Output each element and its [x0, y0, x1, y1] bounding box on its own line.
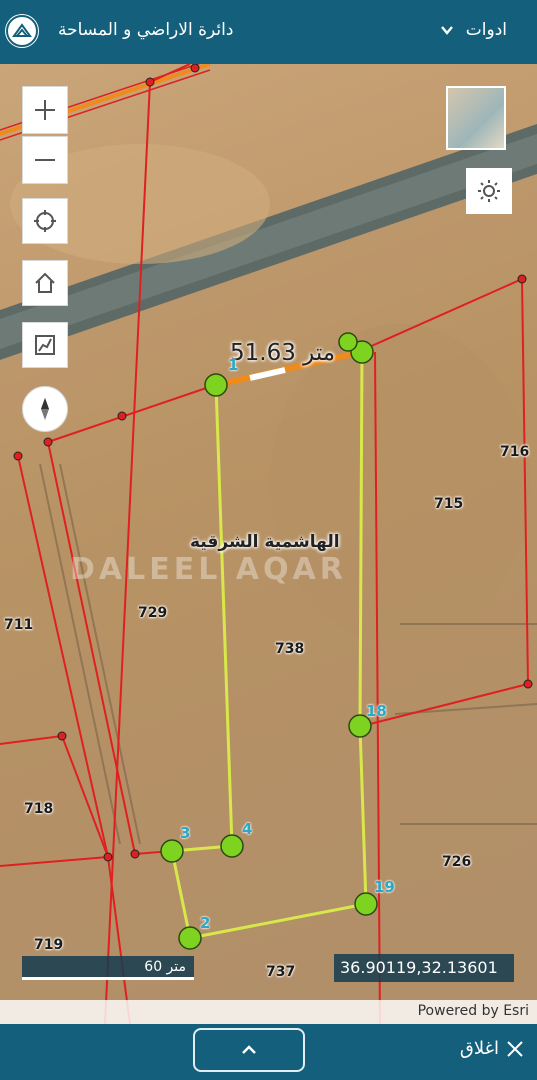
close-button[interactable]: اغلاق [460, 1038, 525, 1059]
chevron-down-icon[interactable] [440, 22, 454, 36]
vertex-label: 2 [200, 914, 211, 932]
parcel-label: 729 [138, 605, 168, 621]
parcel-label: 738 [275, 641, 305, 657]
area-name-label: الهاشمية الشرقية [190, 532, 340, 552]
tools-menu-button[interactable]: ادوات [466, 20, 507, 40]
sun-icon [478, 180, 500, 202]
parcel-label: 719 [34, 937, 64, 953]
zoom-in-button[interactable] [22, 86, 68, 134]
chevron-up-icon [242, 1045, 256, 1054]
plus-icon [35, 100, 55, 120]
minus-icon [35, 159, 55, 161]
locate-button[interactable] [22, 198, 68, 244]
compass-button[interactable] [22, 386, 68, 432]
zoom-out-button[interactable] [22, 136, 68, 184]
measure-icon [35, 335, 55, 355]
vertex-label: 4 [242, 820, 253, 838]
parcel-label: 726 [442, 854, 472, 870]
parcel-label: 716 [500, 444, 530, 460]
app-title: دائرة الاراضي و المساحة [58, 20, 234, 40]
compass-icon [41, 398, 49, 420]
measurement-label: 51.63 متر [230, 340, 336, 366]
parcel-label: 718 [24, 801, 54, 817]
brightness-button[interactable] [466, 168, 512, 214]
parcel-label: 711 [4, 617, 34, 633]
measure-button[interactable] [22, 322, 68, 368]
coordinates-readout: 36.90119,32.13601 [334, 954, 514, 982]
close-icon [507, 1040, 523, 1057]
vertex-label: 1 [228, 356, 239, 374]
close-label: اغلاق [459, 1038, 499, 1059]
parcel-label: 737 [266, 964, 296, 980]
dls-logo [5, 14, 39, 48]
attribution-bar: Powered by Esri [0, 1000, 537, 1024]
basemap-toggle[interactable] [446, 86, 506, 150]
scale-bar: 60 متر [22, 956, 194, 980]
watermark: DALEEL AQAR [70, 552, 347, 587]
parcel-label: 715 [434, 496, 464, 512]
attribution-text: Powered by Esri [417, 1003, 529, 1019]
home-button[interactable] [22, 260, 68, 306]
home-icon [35, 272, 55, 293]
vertex-label: 19 [374, 878, 395, 896]
vertex-label: 18 [366, 702, 387, 720]
top-bar: دائرة الاراضي و المساحة ادوات [0, 0, 537, 64]
crosshair-icon [34, 210, 56, 232]
map-view[interactable]: 51.63 متر DALEEL AQAR الهاشمية الشرقية 7… [0, 64, 537, 1024]
expand-panel-button[interactable] [193, 1028, 305, 1072]
vertex-label: 3 [180, 824, 191, 842]
bottom-bar: اغلاق [0, 1024, 537, 1080]
